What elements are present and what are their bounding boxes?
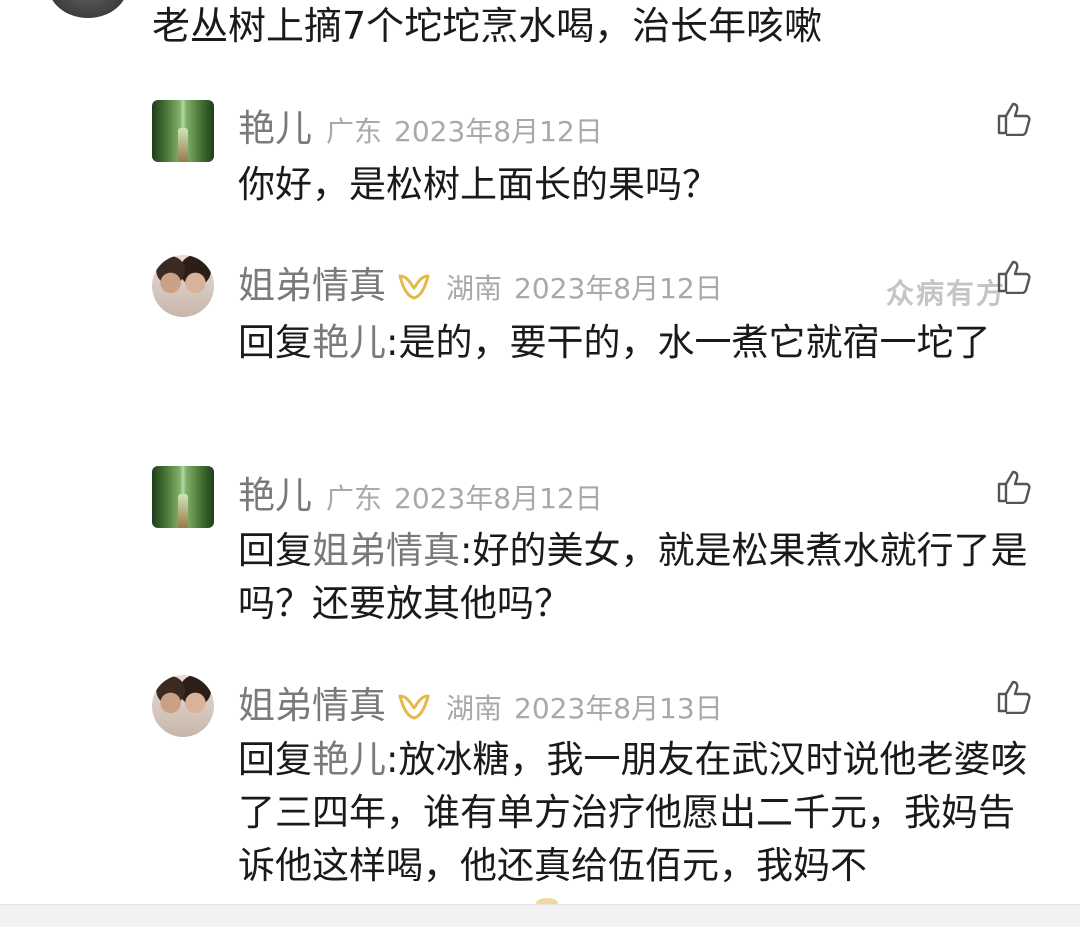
gold-ribbon-badge-icon [398, 274, 430, 300]
user-name[interactable]: 姐弟情真 [238, 675, 386, 729]
comment-date: 2023年8月12日 [514, 272, 723, 305]
comment-body: :是的，要干的，水一煮它就宿一坨了 [386, 321, 991, 364]
thumbs-up-icon[interactable] [996, 100, 1034, 136]
avatar[interactable] [152, 466, 214, 528]
avatar[interactable] [152, 100, 214, 162]
gold-ribbon-badge-icon [398, 694, 430, 720]
comment-body: 你好，是松树上面长的果吗？ [238, 163, 719, 206]
location-label: 湖南 [446, 272, 503, 305]
comment-date: 2023年8月12日 [394, 482, 603, 515]
comment-text: 你好，是松树上面长的果吗？ [238, 158, 1038, 211]
user-name[interactable]: 艳儿 [238, 465, 312, 519]
reply-prefix: 回复 [238, 529, 312, 572]
comment-header: 艳儿 广东 2023年8月12日 [238, 98, 603, 152]
location-label: 湖南 [446, 692, 503, 725]
reply-target-name[interactable]: 艳儿 [312, 738, 386, 781]
thumbs-up-icon[interactable] [996, 678, 1034, 714]
comment-header: 姐弟情真 湖南 2023年8月12日 [238, 255, 723, 309]
comment-date: 2023年8月13日 [514, 692, 723, 725]
user-name[interactable]: 艳儿 [238, 98, 312, 152]
comment-header: 艳儿 广东 2023年8月12日 [238, 465, 603, 519]
comment-header: 姐弟情真 湖南 2023年8月13日 [238, 675, 723, 729]
top-comment-text: 老丛树上摘7个坨坨烹水喝，治长年咳嗽 [152, 4, 823, 48]
location-label: 广东 [326, 482, 383, 515]
comment-text: 回复艳儿:是的，要干的，水一煮它就宿一坨了 [238, 316, 1038, 369]
user-name[interactable]: 姐弟情真 [238, 255, 386, 309]
avatar[interactable] [152, 255, 214, 317]
avatar[interactable] [152, 675, 214, 737]
reply-prefix: 回复 [238, 738, 312, 781]
reply-target-name[interactable]: 艳儿 [312, 321, 386, 364]
bottom-bar [0, 904, 1080, 927]
reply-target-name[interactable]: 姐弟情真 [312, 529, 460, 572]
reply-prefix: 回复 [238, 321, 312, 364]
comment-text: 回复艳儿:放冰糖，我一朋友在武汉时说他老婆咳了三四年，谁有单方治疗他愿出二千元，… [238, 733, 1038, 892]
thumbs-up-icon[interactable] [996, 258, 1034, 294]
comment-date: 2023年8月12日 [394, 115, 603, 148]
top-comment-avatar[interactable] [48, 0, 128, 18]
watermark: 众病有方 [886, 277, 1007, 310]
thumbs-up-icon[interactable] [996, 468, 1034, 504]
location-label: 广东 [326, 115, 383, 148]
comment-text: 回复姐弟情真:好的美女，就是松果煮水就行了是吗？还要放其他吗？ [238, 524, 1038, 630]
